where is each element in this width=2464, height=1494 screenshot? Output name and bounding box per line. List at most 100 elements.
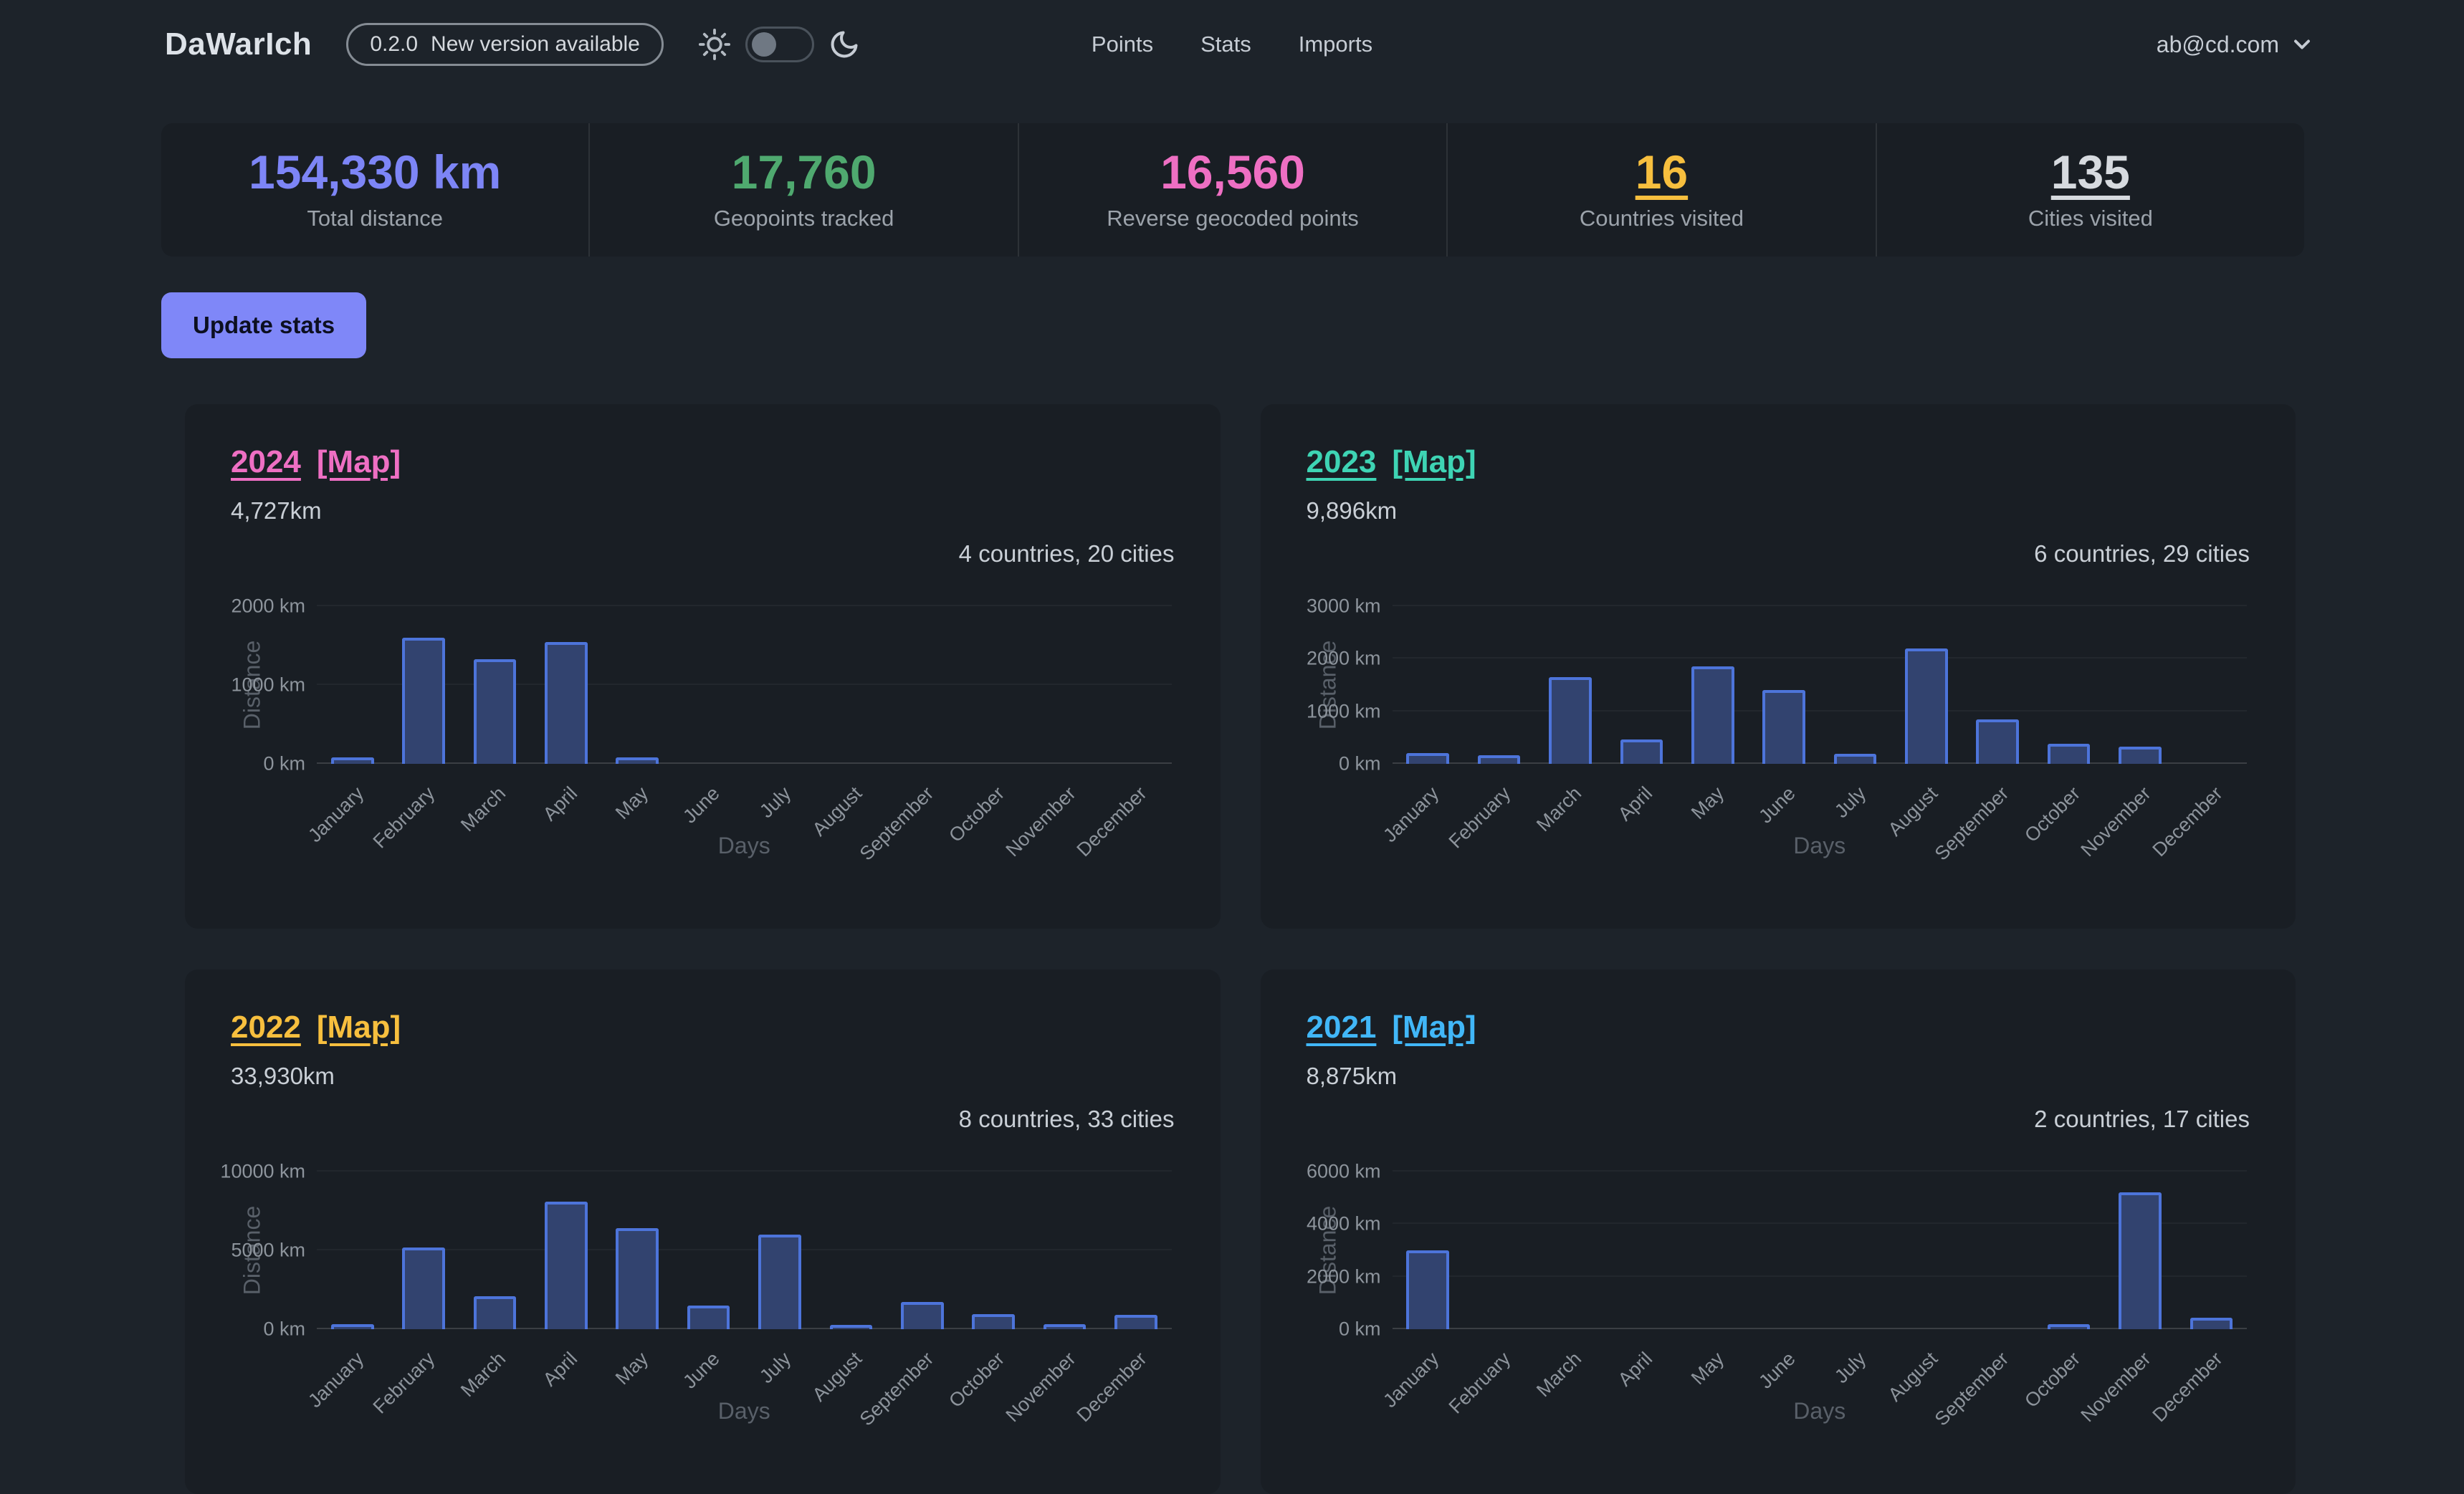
year-card: 2022 [Map] 33,930km 8 countries, 33 citi… <box>185 969 1221 1494</box>
bar <box>1834 754 1877 764</box>
theme-toggle[interactable] <box>745 27 814 62</box>
bars <box>317 1172 1172 1329</box>
user-email: ab@cd.com <box>2157 32 2279 58</box>
month-label: April <box>1614 782 1657 825</box>
nav-link-stats[interactable]: Stats <box>1200 32 1251 57</box>
bar <box>1905 648 1948 764</box>
header-left: DaWarIch 0.2.0 New version available <box>165 23 860 66</box>
bar-slot <box>1463 1172 1534 1329</box>
y-tick-label: 3000 km <box>1307 595 1381 618</box>
bar-slot <box>1962 1172 2033 1329</box>
bar-slot <box>1962 606 2033 764</box>
month-label: April <box>1614 1348 1657 1391</box>
theme-toggle-knob <box>752 32 776 57</box>
stats-panel: 154,330 km Total distance 17,760 Geopoin… <box>161 123 2304 257</box>
month-label: May <box>611 1348 653 1389</box>
bar-slot <box>459 606 530 764</box>
bar <box>402 638 445 764</box>
y-tick-label: 0 km <box>263 753 305 775</box>
stat-value: 17,760 <box>732 148 877 196</box>
theme-switcher <box>698 27 860 62</box>
chart-plot-area: 0 km1000 km2000 km3000 km <box>1393 606 2248 764</box>
y-tick-label: 1000 km <box>231 674 305 696</box>
version-number: 0.2.0 <box>370 32 418 57</box>
bar <box>1620 739 1663 764</box>
bar-slot <box>602 1172 673 1329</box>
bar-slot <box>958 1172 1028 1329</box>
y-tick-label: 6000 km <box>1307 1161 1381 1183</box>
y-tick-label: 0 km <box>263 1318 305 1341</box>
month-label: July <box>1830 1348 1871 1388</box>
month-label: March <box>1532 1348 1586 1402</box>
bar-slot <box>1606 1172 1677 1329</box>
bar <box>687 1306 730 1329</box>
year-total-distance: 8,875km <box>1307 1063 2250 1090</box>
bar <box>2048 744 2091 764</box>
nav-link-points[interactable]: Points <box>1092 32 1153 57</box>
year-total-distance: 33,930km <box>231 1063 1175 1090</box>
y-tick-label: 4000 km <box>1307 1213 1381 1235</box>
y-tick-label: 1000 km <box>1307 700 1381 722</box>
bar-slot <box>744 606 815 764</box>
bar-slot <box>887 1172 958 1329</box>
version-badge[interactable]: 0.2.0 New version available <box>346 23 664 66</box>
bar <box>545 1202 588 1329</box>
y-tick-label: 2000 km <box>231 595 305 618</box>
bar <box>972 1314 1015 1329</box>
update-stats-button[interactable]: Update stats <box>161 292 366 358</box>
year-card-title: 2024 [Map] <box>231 444 1175 480</box>
bar <box>616 757 659 764</box>
bar-slot <box>958 606 1028 764</box>
bar <box>402 1248 445 1329</box>
year-link[interactable]: 2021 <box>1307 1010 1377 1045</box>
map-link[interactable]: [Map] <box>1392 444 1476 480</box>
year-link[interactable]: 2023 <box>1307 444 1377 480</box>
bar <box>1762 690 1805 764</box>
map-link[interactable]: [Map] <box>317 444 401 480</box>
bar-slot <box>744 1172 815 1329</box>
month-label: July <box>1830 782 1871 823</box>
y-tick-label: 0 km <box>1339 753 1381 775</box>
x-axis-title: Days <box>1393 1398 2248 1424</box>
app-header: DaWarIch 0.2.0 New version available Poi… <box>0 0 2464 89</box>
map-link[interactable]: [Map] <box>317 1010 401 1045</box>
bar-slot <box>317 606 388 764</box>
monthly-distance-bar-chart: Distance 0 km1000 km2000 km3000 km Janua… <box>1307 580 2250 881</box>
month-label: May <box>1687 782 1729 824</box>
bar <box>1406 1250 1449 1329</box>
user-menu[interactable]: ab@cd.com <box>2157 32 2315 58</box>
bar-slot <box>2176 606 2247 764</box>
year-link[interactable]: 2024 <box>231 444 301 480</box>
bar-slot <box>530 606 601 764</box>
bar-slot <box>1820 606 1891 764</box>
stat-item: 17,760 Geopoints tracked <box>588 123 1017 257</box>
bar <box>1976 719 2019 764</box>
nav-link-imports[interactable]: Imports <box>1299 32 1372 57</box>
year-link[interactable]: 2022 <box>231 1010 301 1045</box>
month-label: March <box>457 1348 510 1402</box>
chart-plot-area: 0 km5000 km10000 km <box>317 1172 1172 1329</box>
stat-value[interactable]: 135 <box>2051 148 2130 196</box>
version-message: New version available <box>431 32 640 57</box>
bar <box>331 757 374 764</box>
bar-slot <box>1748 1172 1819 1329</box>
bars <box>317 606 1172 764</box>
month-label: April <box>539 1348 582 1391</box>
bars <box>1393 1172 2248 1329</box>
y-tick-label: 5000 km <box>231 1240 305 1262</box>
stat-value[interactable]: 16 <box>1635 148 1688 196</box>
stat-item: 135 Cities visited <box>1876 123 2304 257</box>
bar-slot <box>887 606 958 764</box>
bar-slot <box>388 1172 459 1329</box>
stat-value: 16,560 <box>1160 148 1305 196</box>
y-tick-label: 2000 km <box>1307 648 1381 670</box>
map-link[interactable]: [Map] <box>1392 1010 1476 1045</box>
bar <box>474 659 517 764</box>
bar <box>1549 677 1592 764</box>
month-label: July <box>755 782 796 823</box>
year-countries-cities: 6 countries, 29 cities <box>1307 540 2250 568</box>
app-logo[interactable]: DaWarIch <box>165 27 312 62</box>
bar-slot <box>1677 1172 1748 1329</box>
bar <box>2190 1318 2233 1330</box>
bar-slot <box>1748 606 1819 764</box>
